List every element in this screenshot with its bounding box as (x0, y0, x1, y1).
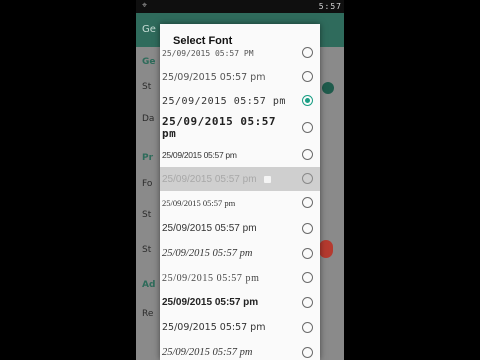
font-option-13[interactable]: 25/09/2015 05:57 pm (160, 340, 320, 360)
font-option-radio[interactable] (302, 149, 313, 160)
settings-item-date[interactable]: Da (142, 114, 154, 124)
select-font-dialog: Select Font 25/09/2015 05:57 PM 25/09/201… (160, 24, 320, 360)
font-option-radio[interactable] (302, 173, 313, 184)
font-option-radio[interactable] (302, 197, 313, 208)
font-option-6[interactable]: 25/09/2015 05:57 pm (160, 167, 320, 191)
font-option-11[interactable]: 25/09/2015 05:57 pm (160, 290, 320, 315)
settings-item-style[interactable]: St (142, 82, 151, 92)
font-option-label: 25/09/2015 05:57 pm (162, 115, 276, 140)
font-option-1[interactable]: 25/09/2015 05:57 PM (160, 42, 320, 64)
font-option-radio[interactable] (302, 347, 313, 358)
font-option-12[interactable]: 25/09/2015 05:57 pm (160, 315, 320, 340)
notification-icon: ⌖ (142, 1, 148, 11)
font-option-3[interactable]: 25/09/2015 05:57 pm (160, 89, 320, 113)
font-option-label: 25/09/2015 05:57 pm (162, 95, 286, 107)
settings-category-preferences: Pr (142, 153, 154, 163)
font-option-label: 25/09/2015 05:57 pm (162, 150, 237, 160)
font-option-2[interactable]: 25/09/2015 05:57 pm (160, 65, 320, 89)
font-option-label: 25/09/2015 05:57 PM (162, 48, 254, 58)
font-option-radio[interactable] (302, 71, 313, 82)
app-bar-title: Ge (142, 24, 156, 35)
font-option-9[interactable]: 25/09/2015 05:57 pm (160, 241, 320, 266)
touch-indicator (264, 176, 271, 183)
font-option-label: 25/09/2015 05:57 pm (162, 272, 260, 284)
status-bar: ⌖ 5:57 (136, 0, 344, 13)
font-option-label: 25/09/2015 05:57 pm (162, 248, 253, 259)
font-option-5[interactable]: 25/09/2015 05:57 pm (160, 143, 320, 167)
font-option-4[interactable]: 25/09/2015 05:57 pm (160, 114, 320, 142)
settings-category-general: Ge (142, 57, 156, 67)
settings-item-reset[interactable]: Re (142, 309, 153, 319)
font-option-radio[interactable] (302, 272, 313, 283)
fab-button[interactable] (319, 240, 333, 258)
font-option-label: 25/09/2015 05:57 pm (162, 71, 266, 83)
font-option-label: 25/09/2015 05:57 pm (162, 297, 259, 308)
font-option-radio[interactable] (302, 248, 313, 259)
font-option-label: 25/09/2015 05:57 pm (162, 173, 257, 185)
font-option-radio[interactable] (302, 223, 313, 234)
font-option-label: 25/09/2015 05:57 pm (162, 347, 253, 358)
font-option-label: 25/09/2015 05:57 pm (162, 223, 257, 234)
font-option-10[interactable]: 25/09/2015 05:57 pm (160, 266, 320, 290)
font-option-radio[interactable] (302, 47, 313, 58)
toggle-indicator (322, 82, 334, 94)
font-option-radio[interactable] (302, 95, 313, 106)
font-option-radio[interactable] (302, 297, 313, 308)
font-option-label: 25/09/2015 05:57 pm (162, 198, 236, 208)
font-option-label: 25/09/2015 05:57 pm (162, 322, 266, 333)
font-option-7[interactable]: 25/09/2015 05:57 pm (160, 191, 320, 215)
settings-item-st-1[interactable]: St (142, 210, 151, 220)
font-option-radio[interactable] (302, 322, 313, 333)
status-time: 5:57 (318, 2, 342, 11)
font-option-radio[interactable] (302, 122, 313, 133)
settings-item-font[interactable]: Fo (142, 179, 152, 189)
settings-item-st-2[interactable]: St (142, 245, 151, 255)
font-option-8[interactable]: 25/09/2015 05:57 pm (160, 216, 320, 241)
settings-category-advanced: Ad (142, 280, 156, 290)
